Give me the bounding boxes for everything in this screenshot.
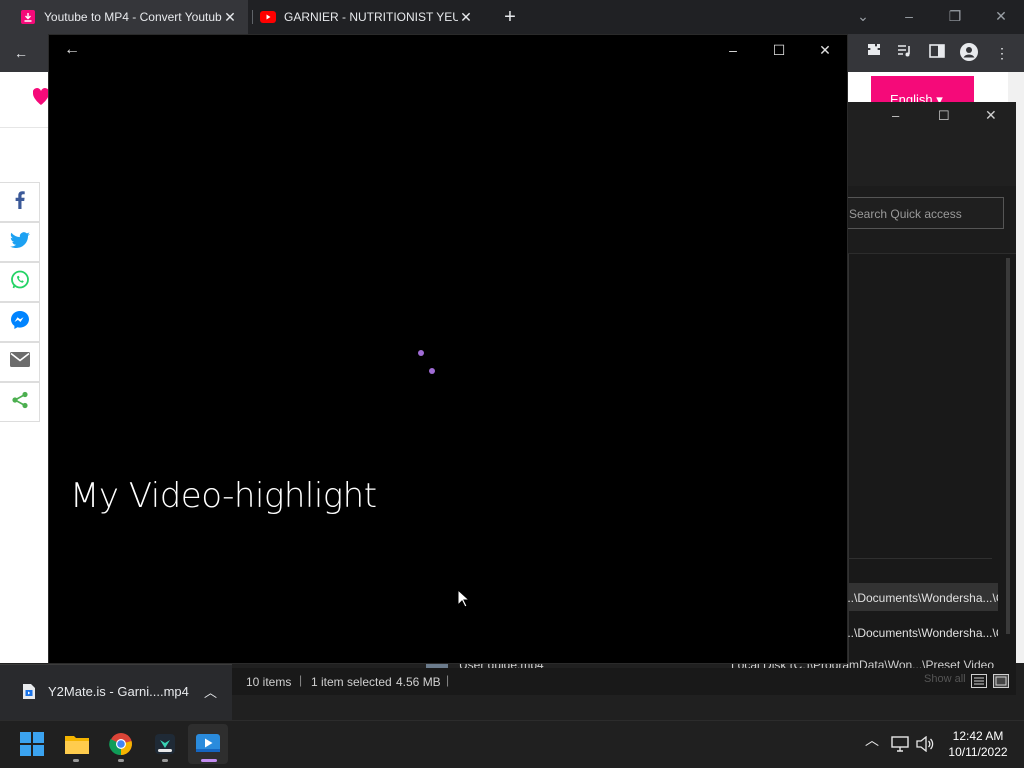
video-player-app-icon[interactable] xyxy=(192,728,224,760)
clock-time: 12:42 AM xyxy=(952,729,1004,743)
loading-spinner-dot xyxy=(429,368,435,374)
volume-icon[interactable] xyxy=(916,735,934,757)
site-logo-icon xyxy=(32,88,50,111)
extensions-icon[interactable] xyxy=(863,42,885,64)
media-control-icon[interactable] xyxy=(894,42,916,64)
close-browser-icon[interactable]: ✕ xyxy=(981,4,1021,28)
large-icons-view-icon[interactable] xyxy=(993,674,1009,691)
running-indicator xyxy=(162,759,168,762)
status-divider: | xyxy=(446,673,450,687)
explorer-close-icon[interactable]: ✕ xyxy=(985,107,1005,124)
video-file-icon xyxy=(22,683,36,705)
y2mate-icon xyxy=(20,9,36,25)
messenger-icon xyxy=(10,310,30,335)
mail-icon xyxy=(9,352,30,372)
active-app-indicator xyxy=(201,759,217,762)
youtube-icon xyxy=(260,9,276,25)
close-icon[interactable]: ✕ xyxy=(810,40,840,60)
download-item-name[interactable]: Y2Mate.is - Garni....mp4 xyxy=(48,684,189,699)
video-title: My Video-highlight xyxy=(70,476,377,516)
details-view-icon[interactable] xyxy=(971,674,987,691)
status-divider: | xyxy=(299,673,303,687)
mouse-cursor-icon xyxy=(457,588,471,613)
profile-icon[interactable] xyxy=(958,42,980,64)
show-hidden-icons-button[interactable]: ︿ xyxy=(865,730,879,750)
close-tab-icon[interactable]: ✕ xyxy=(458,9,474,26)
tab-title: GARNIER - NUTRITIONIST YEUX xyxy=(284,10,458,24)
menu-kebab-icon[interactable]: ⋮ xyxy=(991,42,1013,64)
close-tab-icon[interactable]: ✕ xyxy=(222,9,238,26)
minimize-browser-icon[interactable]: – xyxy=(889,4,929,28)
more-share-button[interactable] xyxy=(0,382,40,422)
file-explorer-icon[interactable] xyxy=(61,728,93,760)
loading-spinner-dot xyxy=(418,350,424,356)
twitter-icon xyxy=(9,231,30,253)
explorer-scrollbar[interactable] xyxy=(1006,258,1010,634)
running-indicator xyxy=(118,759,124,762)
tab-title: Youtube to MP4 - Convert Youtube xyxy=(44,10,222,24)
divider xyxy=(848,558,992,559)
side-panel-icon[interactable] xyxy=(926,42,948,64)
whatsapp-icon xyxy=(10,270,30,295)
chrome-icon[interactable] xyxy=(105,728,137,760)
show-all-link[interactable]: Show all xyxy=(924,673,966,685)
facebook-icon xyxy=(15,190,25,214)
explorer-status-bar: 10 items | 1 item selected 4.56 MB | Sho… xyxy=(232,668,1016,695)
windows-start-icon[interactable] xyxy=(16,728,48,760)
whatsapp-share-button[interactable] xyxy=(0,262,40,302)
messenger-share-button[interactable] xyxy=(0,302,40,342)
facebook-share-button[interactable] xyxy=(0,182,40,222)
minimize-icon[interactable]: – xyxy=(718,40,748,60)
quick-access-row-selected[interactable]: ...\Documents\Wondersha...\Output xyxy=(848,583,998,611)
tab-garnier[interactable]: GARNIER - NUTRITIONIST YEUX ✕ xyxy=(256,0,484,34)
running-indicator xyxy=(73,759,79,762)
email-share-button[interactable] xyxy=(0,342,40,382)
back-arrow-icon[interactable]: ← xyxy=(10,42,32,64)
filmora-app-icon[interactable] xyxy=(149,728,181,760)
explorer-maximize-icon[interactable]: ☐ xyxy=(938,108,958,124)
row-path: ...\Documents\Wondersha...\Output xyxy=(848,626,998,640)
system-clock[interactable]: 12:42 AM 10/11/2022 xyxy=(940,728,1016,760)
clock-date: 10/11/2022 xyxy=(948,745,1008,759)
chevron-up-icon[interactable]: ︿ xyxy=(204,682,217,701)
selection-size: 4.56 MB xyxy=(396,675,441,689)
video-player-window xyxy=(48,34,848,664)
network-icon[interactable] xyxy=(891,736,909,757)
search-quick-access-input[interactable]: Search Quick access xyxy=(840,197,1004,229)
row-path: ...\Documents\Wondersha...\Output xyxy=(848,591,998,605)
tab-y2mate[interactable]: Youtube to MP4 - Convert Youtube ✕ xyxy=(0,0,248,34)
selection-count: 1 item selected xyxy=(311,675,392,689)
quick-access-row[interactable]: ...\Documents\Wondersha...\Output xyxy=(848,618,998,646)
twitter-share-button[interactable] xyxy=(0,222,40,262)
new-tab-button[interactable]: + xyxy=(500,6,520,28)
tab-search-icon[interactable]: ⌄ xyxy=(843,4,883,28)
item-count: 10 items xyxy=(246,675,292,689)
restore-browser-icon[interactable]: ❐ xyxy=(935,4,975,28)
share-icon xyxy=(11,391,29,414)
maximize-icon[interactable]: ☐ xyxy=(764,40,794,60)
back-arrow-icon[interactable]: ← xyxy=(57,40,87,60)
explorer-minimize-icon[interactable]: – xyxy=(892,108,912,123)
tab-divider xyxy=(252,10,253,24)
